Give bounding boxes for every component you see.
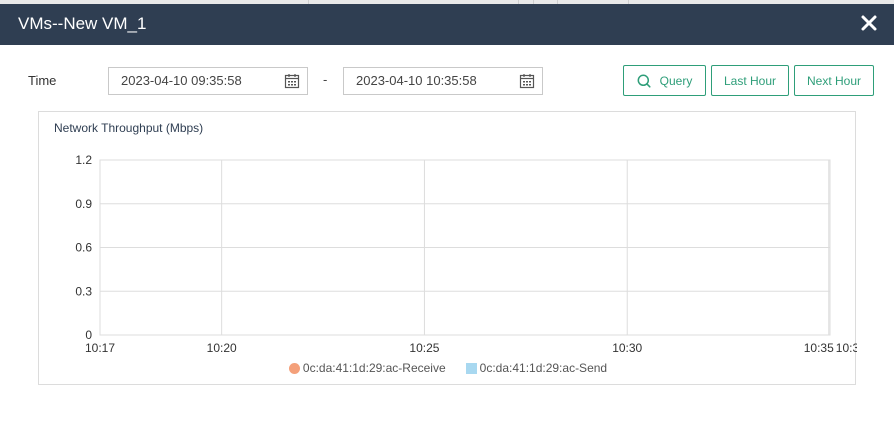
- close-icon[interactable]: [860, 14, 878, 32]
- y-tick-label: 0.9: [75, 197, 92, 211]
- receive-marker-icon: [288, 362, 300, 374]
- x-tick-label: 10:35: [804, 341, 834, 355]
- next-hour-button[interactable]: Next Hour: [794, 65, 874, 96]
- query-button-label: Query: [659, 73, 693, 88]
- throughput-chart: 0 0.3 0.6 0.9 1.2 10:17 10:20 10:25 10:30 10:35 10…: [75, 153, 857, 355]
- y-tick-label: 0: [85, 328, 92, 342]
- calendar-icon[interactable]: [284, 73, 300, 89]
- calendar-icon[interactable]: [519, 73, 535, 89]
- start-time-value: 2023-04-10 09:35:58: [121, 73, 242, 88]
- legend-item-send[interactable]: 0c:da:41:1d:29:ac-Send: [465, 360, 608, 376]
- chart-legend: 0c:da:41:1d:29:ac-Receive 0c:da:41:1d:29…: [39, 360, 857, 376]
- start-time-input[interactable]: 2023-04-10 09:35:58: [108, 67, 308, 95]
- x-tick-label: 10:25: [409, 341, 439, 355]
- x-tick-label: 10:17: [85, 341, 115, 355]
- end-time-input[interactable]: 2023-04-10 10:35:58: [343, 67, 543, 95]
- end-time-value: 2023-04-10 10:35:58: [356, 73, 477, 88]
- legend-item-receive[interactable]: 0c:da:41:1d:29:ac-Receive: [288, 360, 446, 376]
- y-tick-label: 0.6: [75, 241, 92, 255]
- y-tick-label: 0.3: [75, 284, 92, 298]
- search-icon: [637, 74, 651, 88]
- y-tick-label: 1.2: [75, 153, 92, 167]
- x-tick-label: 10:30: [612, 341, 642, 355]
- last-hour-button[interactable]: Last Hour: [711, 65, 789, 96]
- time-label: Time: [28, 73, 57, 88]
- dialog-title: VMs--New VM_1: [18, 14, 147, 33]
- legend-label-send: 0c:da:41:1d:29:ac-Send: [479, 361, 608, 375]
- date-range-separator: -: [323, 72, 328, 87]
- next-hour-button-label: Next Hour: [806, 73, 862, 88]
- query-button[interactable]: Query: [623, 65, 706, 96]
- last-hour-button-label: Last Hour: [723, 73, 777, 88]
- legend-label-receive: 0c:da:41:1d:29:ac-Receive: [302, 361, 446, 375]
- dialog-titlebar: VMs--New VM_1: [0, 4, 894, 45]
- x-tick-label: 10:35: [836, 341, 857, 355]
- x-tick-label: 10:20: [207, 341, 237, 355]
- chart-panel: Network Throughput (Mbps) 0 0.3 0.6 0.9 1.2 1…: [38, 111, 857, 385]
- send-marker-icon: [465, 362, 477, 374]
